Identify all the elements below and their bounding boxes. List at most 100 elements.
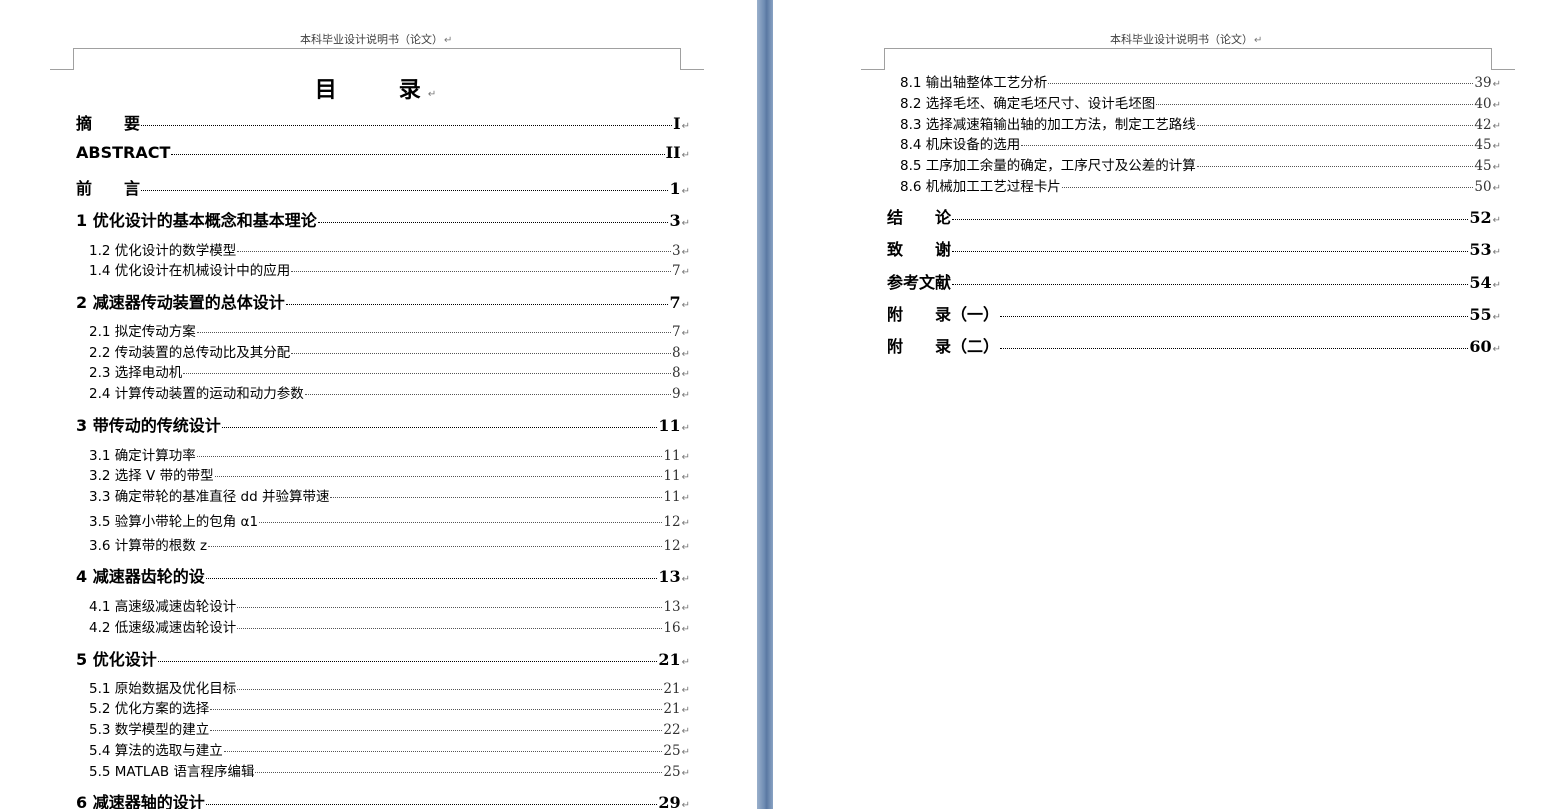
toc-heading-entry: 致 谢 53 ↵ <box>887 236 1501 260</box>
toc-entry-label: 2.3 选择电动机 <box>89 365 183 381</box>
toc-page-number: 52 <box>1469 208 1492 227</box>
dot-leader <box>952 250 1469 252</box>
toc-subentry: 2.4 计算传动装置的运动和动力参数 9 ↵ <box>89 382 690 402</box>
dot-leader <box>208 545 663 547</box>
paragraph-mark: ↵ <box>681 603 690 614</box>
toc-page-number: 42 <box>1474 117 1492 133</box>
paragraph-mark: ↵ <box>1492 247 1501 258</box>
paragraph-mark: ↵ <box>681 624 690 635</box>
toc-entry-label: 2 减速器传动装置的总体设计 <box>76 293 285 312</box>
dot-leader <box>952 218 1469 220</box>
paragraph-mark: ↵ <box>681 542 690 553</box>
toc-subentry: 4.1 高速级减速齿轮设计 13 ↵ <box>89 595 690 615</box>
dot-leader <box>330 496 663 498</box>
paragraph-mark: ↵ <box>427 89 443 100</box>
paragraph-mark: ↵ <box>1492 280 1501 291</box>
toc-entry-label: ABSTRACT <box>76 143 171 162</box>
header-rule <box>73 48 681 49</box>
toc-entry-label: 摘 要 <box>76 114 141 133</box>
toc-page-number: 7 <box>669 293 681 312</box>
dot-leader <box>210 729 663 731</box>
toc-entry-label: 4.2 低速级减速齿轮设计 <box>89 620 237 636</box>
document-page-right: 本科毕业设计说明书（论文）↵ 8.1 输出轴整体工艺分析 39 ↵ 8.2 选择毛坯、… <box>773 0 1546 809</box>
dot-leader <box>1156 103 1474 105</box>
dot-leader <box>223 750 663 752</box>
toc-subentry: 3.2 选择 V 带的带型 11 ↵ <box>89 464 690 484</box>
toc-heading-entry: 3 带传动的传统设计 11 ↵ <box>76 412 690 436</box>
toc-heading-entry: 4 减速器齿轮的设 13 ↵ <box>76 563 690 587</box>
toc-entry-label: 5.4 算法的选取与建立 <box>89 743 223 759</box>
paragraph-mark: ↵ <box>1492 183 1501 194</box>
dot-leader <box>1000 315 1469 317</box>
toc-entry-label: 5.1 原始数据及优化目标 <box>89 681 237 697</box>
toc-page-number: 8 <box>672 345 681 361</box>
paragraph-mark: ↵ <box>681 472 690 483</box>
paragraph-mark: ↵ <box>1492 100 1501 111</box>
toc-entry-label: 5.2 优化方案的选择 <box>89 701 210 717</box>
toc-page-number: 16 <box>663 620 681 636</box>
toc-page-number: 12 <box>663 514 681 530</box>
toc-subentry: 5.4 算法的选取与建立 25 ↵ <box>89 739 690 759</box>
toc-page-number: 21 <box>663 701 681 717</box>
paragraph-mark: ↵ <box>681 267 690 278</box>
paragraph-mark: ↵ <box>681 390 690 401</box>
toc-entry-label: 5.3 数学模型的建立 <box>89 722 210 738</box>
toc-entry-label: 4.1 高速级减速齿轮设计 <box>89 599 237 615</box>
toc-entry-label: 8.5 工序加工余量的确定，工序尺寸及公差的计算 <box>900 158 1196 174</box>
toc-page-number: 45 <box>1474 137 1492 153</box>
toc-entry-label: 8.1 输出轴整体工艺分析 <box>900 75 1048 91</box>
paragraph-mark: ↵ <box>444 35 453 46</box>
toc-subentry: 5.1 原始数据及优化目标 21 ↵ <box>89 677 690 697</box>
paragraph-mark: ↵ <box>681 768 690 779</box>
toc-entry-label: 参考文献 <box>887 273 952 292</box>
toc-entry-label: 6 减速器轴的设计 <box>76 793 205 809</box>
toc-page-number: 9 <box>672 386 681 402</box>
toc-heading-entry: 6 减速器轴的设计 29 ↵ <box>76 789 690 809</box>
dot-leader <box>237 627 663 629</box>
margin-corner-right-h <box>1491 69 1515 70</box>
toc-entry-label: 1.4 优化设计在机械设计中的应用 <box>89 263 291 279</box>
dot-leader <box>141 189 669 191</box>
toc-page-number: 22 <box>663 722 681 738</box>
toc-entry-label: 3.2 选择 V 带的带型 <box>89 468 214 484</box>
paragraph-mark: ↵ <box>681 186 690 197</box>
toc-subentry: 3.6 计算带的根数 z 12 ↵ <box>89 534 690 554</box>
toc-entry-label: 3 带传动的传统设计 <box>76 416 221 435</box>
page-header: 本科毕业设计说明书（论文）↵ <box>1110 31 1262 47</box>
toc-entry-label: 1 优化设计的基本概念和基本理论 <box>76 211 317 230</box>
toc-page-number: II <box>665 143 681 162</box>
dot-leader <box>255 771 663 773</box>
toc-entry-label: 4 减速器齿轮的设 <box>76 567 205 586</box>
toc-page-number: 13 <box>663 599 681 615</box>
toc-entry-label: 附 录（二） <box>887 337 1000 356</box>
paragraph-mark: ↵ <box>681 349 690 360</box>
toc-entry-label: 8.4 机床设备的选用 <box>900 137 1021 153</box>
toc-subentry: 3.3 确定带轮的基准直径 dd 并验算带速 11 ↵ <box>89 485 690 505</box>
toc-entry-label: 1.2 优化设计的数学模型 <box>89 243 237 259</box>
toc-subentry: 5.3 数学模型的建立 22 ↵ <box>89 718 690 738</box>
toc-page-number: 29 <box>658 793 681 809</box>
toc-subentry: 8.4 机床设备的选用 45 ↵ <box>900 133 1501 153</box>
dot-leader <box>1196 124 1474 126</box>
toc-entry-label: 3.3 确定带轮的基准直径 dd 并验算带速 <box>89 489 330 505</box>
dot-leader <box>210 708 663 710</box>
page-header: 本科毕业设计说明书（论文）↵ <box>300 31 452 47</box>
toc-page-number: 13 <box>658 567 681 586</box>
toc-page-number: 39 <box>1474 75 1492 91</box>
paragraph-mark: ↵ <box>681 747 690 758</box>
toc-subentry: 2.3 选择电动机 8 ↵ <box>89 361 690 381</box>
paragraph-mark: ↵ <box>681 300 690 311</box>
dot-leader <box>291 352 672 354</box>
toc-heading-entry: ABSTRACT II ↵ <box>76 143 690 162</box>
toc-subentry: 8.1 输出轴整体工艺分析 39 ↵ <box>900 71 1501 91</box>
toc-page-number: 3 <box>672 243 681 259</box>
toc-subentry: 2.2 传动装置的总传动比及其分配 8 ↵ <box>89 341 690 361</box>
toc-page-number: 11 <box>663 489 681 505</box>
toc-heading-entry: 2 减速器传动装置的总体设计 7 ↵ <box>76 289 690 313</box>
toc-subentry: 1.4 优化设计在机械设计中的应用 7 ↵ <box>89 259 690 279</box>
toc-entry-label: 8.6 机械加工工艺过程卡片 <box>900 179 1061 195</box>
toc-entry-label: 5.5 MATLAB 语言程序编辑 <box>89 764 255 780</box>
dot-leader <box>214 475 663 477</box>
toc-entry-label: 致 谢 <box>887 240 952 259</box>
toc-heading-entry: 前 言 1 ↵ <box>76 175 690 199</box>
